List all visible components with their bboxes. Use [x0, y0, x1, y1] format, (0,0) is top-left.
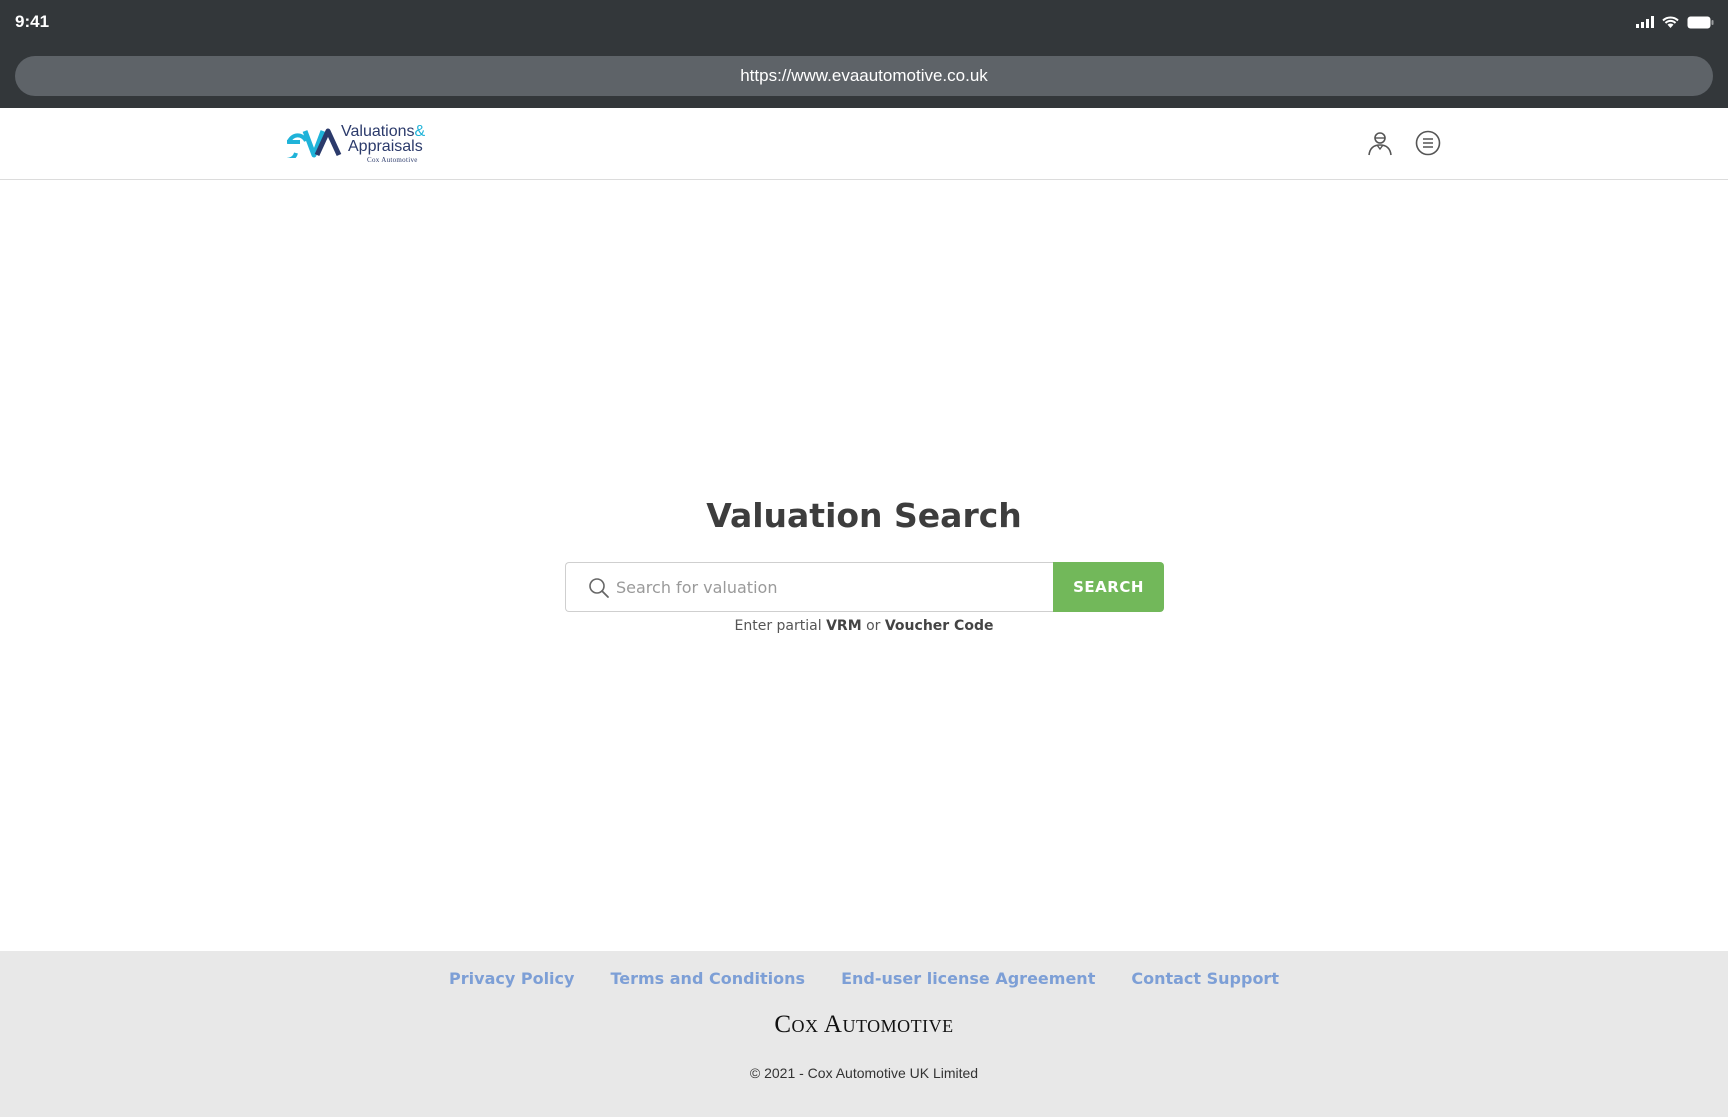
contact-support-link[interactable]: Contact Support	[1131, 969, 1279, 988]
eva-logo-mark	[287, 128, 342, 158]
status-time: 9:41	[15, 12, 50, 31]
search-icon	[589, 578, 609, 598]
menu-icon[interactable]	[1414, 129, 1442, 157]
browser-chrome: 9:41 https://www.evaautomotive.co.uk	[0, 0, 1728, 108]
search-hint: Enter partial VRM or Voucher Code	[0, 618, 1728, 634]
url-bar[interactable]: https://www.evaautomotive.co.uk	[15, 56, 1713, 96]
page-title: Valuation Search	[706, 496, 1022, 535]
page: 9:41 https://www.evaautomotive.co.uk Val…	[0, 0, 1728, 1117]
logo[interactable]: Valuations& Appraisals Cox Automotive	[287, 122, 437, 168]
site-header: Valuations& Appraisals Cox Automotive	[0, 108, 1728, 180]
copyright: © 2021 - Cox Automotive UK Limited	[749, 1065, 979, 1081]
hint-or: or	[866, 618, 881, 634]
wifi-icon	[1662, 16, 1679, 28]
user-icon[interactable]	[1366, 129, 1394, 157]
signal-icon	[1636, 16, 1654, 28]
privacy-policy-link[interactable]: Privacy Policy	[449, 969, 574, 988]
logo-line-2: Appraisals	[348, 138, 423, 155]
hint-prefix: Enter partial	[734, 618, 822, 634]
url-text: https://www.evaautomotive.co.uk	[740, 66, 988, 85]
eula-link[interactable]: End-user license Agreement	[841, 969, 1095, 988]
footer-links: Privacy Policy Terms and Conditions End-…	[0, 969, 1728, 988]
logo-line-3: Cox Automotive	[367, 156, 418, 164]
search-button[interactable]: SEARCH	[1053, 562, 1164, 612]
footer-brand-logo: Cox Automotive	[774, 1011, 954, 1038]
footer: Privacy Policy Terms and Conditions End-…	[0, 951, 1728, 1117]
terms-link[interactable]: Terms and Conditions	[610, 969, 805, 988]
hint-vrm: VRM	[826, 618, 862, 634]
hint-voucher-code: Voucher Code	[884, 618, 994, 634]
search-box	[565, 562, 1054, 612]
battery-icon	[1687, 16, 1714, 28]
status-icons	[1636, 14, 1714, 30]
search-input[interactable]	[616, 563, 1046, 611]
